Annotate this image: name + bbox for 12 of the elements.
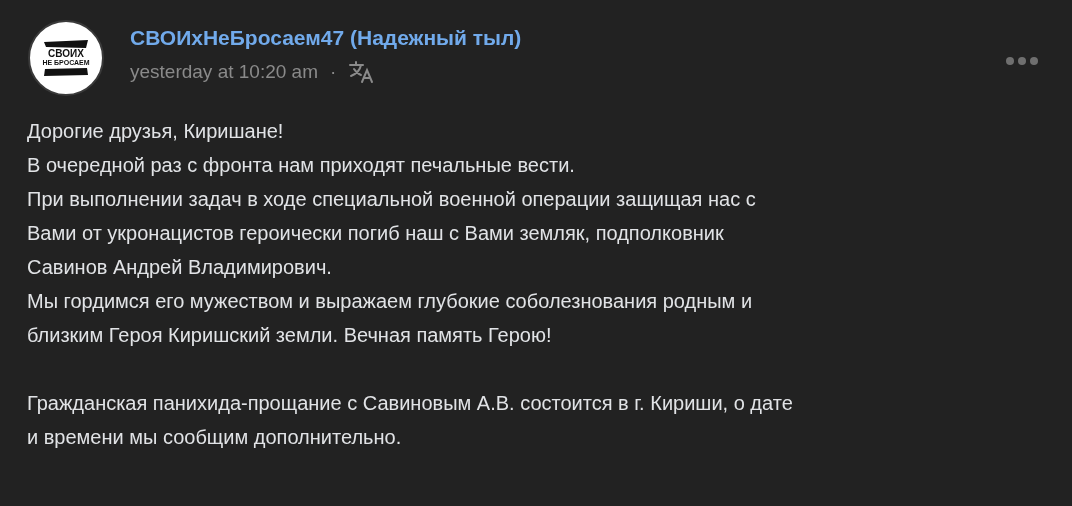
separator: · (330, 61, 337, 83)
stroke-icon (42, 67, 90, 77)
post-paragraph: При выполнении задач в ходе специальной военной операции защищая нас с Вами от укронацистов героически погиб наш с Вами земляк, подполковник Савинов Андрей Владимирович. (27, 187, 757, 280)
avatar-text: СВОИХ (48, 49, 84, 59)
more-icon[interactable] (1006, 57, 1038, 65)
post-paragraph: Гражданская панихида-прощание с Савиновым А.В. состоится в г. Кириши, о дате и времени мы сообщим дополнительно. (27, 391, 794, 450)
post-time[interactable]: yesterday at 10:20 am (130, 60, 318, 84)
stroke-icon (42, 39, 90, 49)
post-paragraph: Мы гордимся его мужеством и выражаем глубокие соболезнования родным и близким Героя Киришский земли. Вечная память Герою! (27, 289, 754, 348)
author-link[interactable]: СВОИхНеБросаем47 (Надежный тыл) (130, 24, 522, 52)
post-paragraph: В очередной раз с фронта нам приходят печальные вести. (27, 153, 576, 178)
post-paragraph: Дорогие друзья, Киришане! (27, 119, 285, 144)
